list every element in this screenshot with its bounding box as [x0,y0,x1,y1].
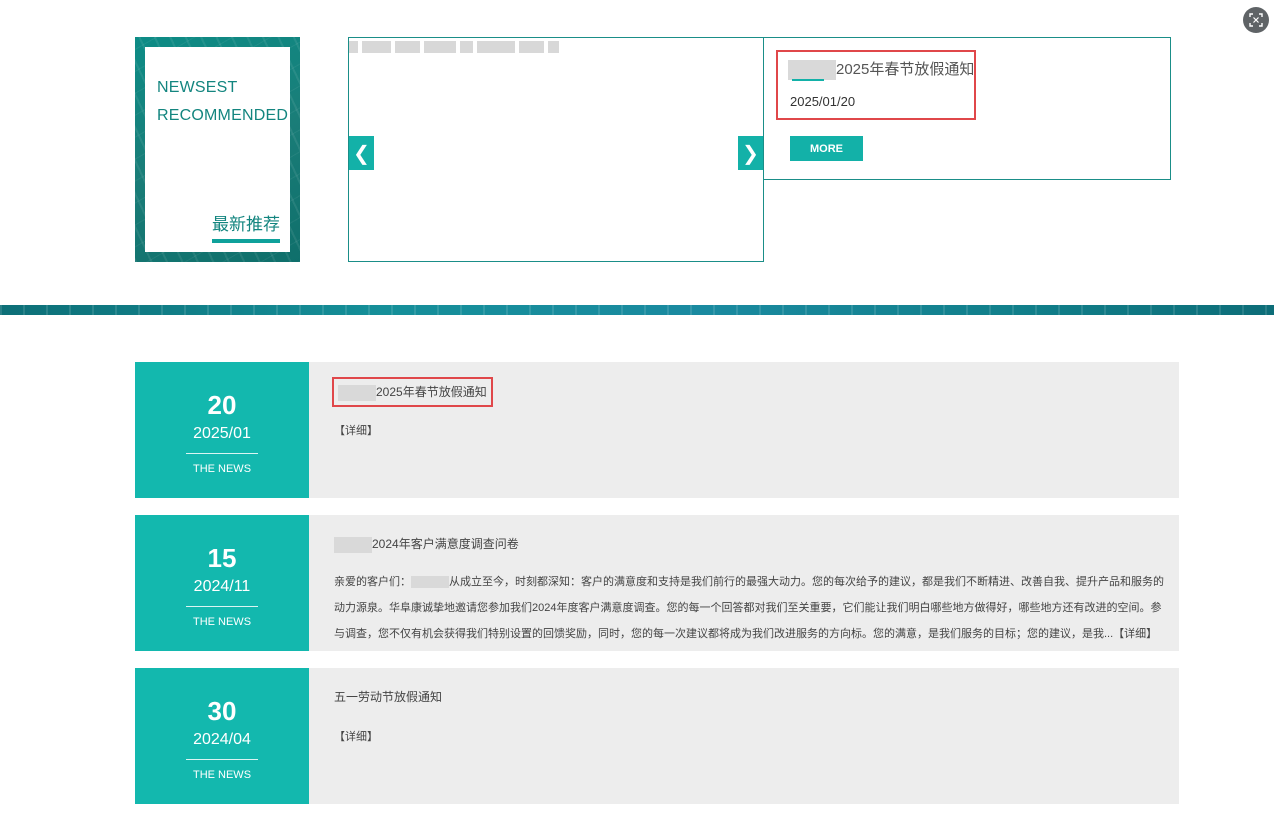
news-detail-link[interactable]: 【详细】 [334,422,378,438]
carousel-prev-button[interactable]: ❮ [349,136,374,170]
news-title: 2024年客户满意度调查问卷 [372,537,519,551]
news-item[interactable]: 20 2025/01 THE NEWS 2025年春节放假通知 【详细】 [135,362,1179,498]
news-summary-body: 从成立至今，时刻都深知：客户的满意度和支持是我们前行的最强大动力。您的每次给予的… [334,576,1164,640]
news-summary-prefix: 亲爱的客户们： [334,576,411,588]
date-divider [186,606,258,607]
news-title: 2025年春节放假通知 [376,385,487,399]
recommended-english-heading: NEWSEST RECOMMENDED [157,74,288,130]
redacted-company-name [788,60,836,81]
crop-icon [1249,13,1263,27]
recommended-inner: NEWSEST RECOMMENDED 最新推荐 [145,47,290,252]
news-date-box: 15 2024/11 THE NEWS [135,515,309,651]
redacted-company-name [334,536,372,553]
news-date-box: 20 2025/01 THE NEWS [135,362,309,498]
date-divider [186,759,258,760]
news-tag: THE NEWS [192,616,252,628]
more-button[interactable]: MORE [790,136,863,161]
news-day: 30 [207,696,237,726]
news-year-month: 2024/04 [193,731,251,748]
recommended-en-line2: RECOMMENDED [157,107,289,124]
news-item[interactable]: 30 2024/04 THE NEWS 五一劳动节放假通知 【详细】 [135,668,1179,804]
featured-title-link[interactable]: 2025年春节放假通知 [788,58,975,81]
featured-title-underline [792,79,824,81]
news-year-month: 2025/01 [193,425,251,442]
carousel-blurred-caption [349,41,559,53]
recommended-zh-label: 最新推荐 [212,210,280,243]
decorative-banner-strip [0,305,1274,315]
news-year-month: 2024/11 [193,578,251,595]
redacted-company-name [411,576,449,589]
news-date-box: 30 2024/04 THE NEWS [135,668,309,804]
news-tag: THE NEWS [192,463,252,475]
news-tag: THE NEWS [192,769,252,781]
carousel-next-button[interactable]: ❯ [738,136,763,170]
recommended-en-line1: NEWSEST [157,79,238,96]
news-detail-link[interactable]: 【详细】 [334,728,378,744]
redacted-company-name [338,384,376,401]
featured-highlight-box: 2025年春节放假通知 2025/01/20 [776,50,976,120]
news-day: 15 [207,543,237,573]
news-summary: 亲爱的客户们： 从成立至今，时刻都深知：客户的满意度和支持是我们前行的最强大动力。… [334,569,1164,647]
featured-date: 2025/01/20 [790,94,856,109]
screenshot-icon[interactable] [1243,7,1269,33]
featured-title: 2025年春节放假通知 [836,61,975,78]
featured-news-card: 2025年春节放假通知 2025/01/20 MORE [763,37,1171,180]
image-carousel[interactable]: ❮ ❯ [348,37,764,262]
news-title-link[interactable]: 2025年春节放假通知 [332,377,493,407]
date-divider [186,453,258,454]
news-day: 20 [207,390,237,420]
news-title-link[interactable]: 五一劳动节放假通知 [334,688,442,705]
news-item[interactable]: 15 2024/11 THE NEWS 2024年客户满意度调查问卷 亲爱的客户… [135,515,1179,651]
recommended-panel: NEWSEST RECOMMENDED 最新推荐 [135,37,300,262]
news-title-link[interactable]: 2024年客户满意度调查问卷 [334,535,519,553]
